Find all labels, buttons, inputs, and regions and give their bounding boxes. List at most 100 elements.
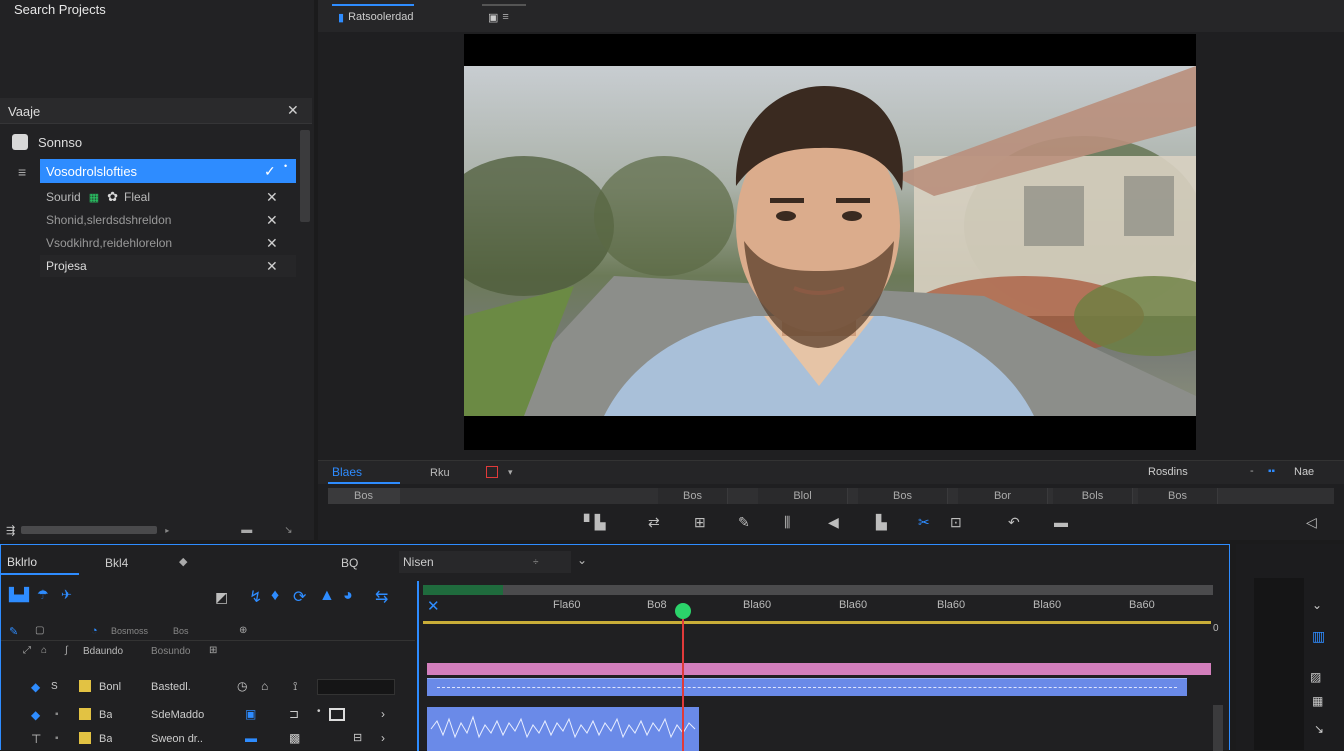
tool-icon[interactable]: ▲ [319, 587, 335, 605]
settings-icon[interactable]: ◁ [1306, 514, 1317, 531]
video-viewer[interactable] [464, 34, 1196, 450]
arrow-icon[interactable]: ▸ [165, 526, 169, 535]
audio-icon[interactable]: ▨ [1310, 670, 1321, 684]
chevron-right-icon[interactable]: › [381, 731, 385, 745]
zoom-tool-icon[interactable]: ✈ [61, 587, 72, 603]
close-icon[interactable]: ✕ [287, 102, 299, 119]
monitor-label[interactable]: Blaes [332, 465, 362, 479]
monitor-right-label-2[interactable]: Nae [1294, 466, 1314, 478]
lock-icon[interactable]: ⌂ [41, 645, 47, 656]
export-icon[interactable]: ▬ [1054, 514, 1068, 530]
timecode-segment[interactable]: Bos [328, 488, 400, 504]
link-icon[interactable]: ∫ [65, 645, 68, 656]
tool-icon[interactable]: ↯ [249, 587, 262, 607]
volume-field[interactable] [317, 679, 395, 695]
project-item[interactable]: Vsodkihrd,reidehlorelon ✕ [40, 232, 296, 254]
tool-icon[interactable]: ◕ [343, 587, 353, 605]
tab-monitor[interactable]: ▮ Ratsoolerdade [332, 4, 414, 28]
lock-icon[interactable]: ▢ [35, 625, 44, 636]
grid-icon[interactable]: ⊞ [209, 645, 217, 656]
sequence-dropdown[interactable]: Nisen ÷ [399, 551, 571, 573]
trash-icon[interactable]: ▬ [241, 524, 252, 536]
timecode-segment[interactable]: Bos [658, 488, 728, 504]
vertical-scrollbar[interactable] [300, 130, 310, 222]
track-row[interactable]: ⊤ ▪ Ba Sweon dr.. ▬ ▩ ⊟ › [1, 729, 415, 751]
tab-program[interactable]: ▣ ≡ [482, 4, 526, 28]
minus-icon[interactable]: - [1250, 465, 1254, 477]
track-row[interactable]: ◆ S Bonl Bastedl. ◷ ⌂ ⟟ [1, 677, 415, 699]
tools-icon[interactable]: ✂ [918, 514, 930, 531]
mark-in-icon[interactable]: ▘▙ [584, 514, 606, 531]
grid-icon[interactable]: ⊡ [950, 514, 962, 531]
tab-timeline-1[interactable]: Bklrlo [1, 551, 79, 575]
link-icon[interactable]: ◆ [179, 555, 187, 568]
timecode-bar[interactable]: Bos Bos Blol Bos Bor Bols Bos [328, 488, 1334, 504]
time-ruler[interactable]: ✕ Fla60 Bo8 Bla60 Bla60 Bla60 Bla60 Ba60 [423, 597, 1213, 619]
back-icon[interactable]: ↶ [1008, 514, 1020, 531]
playhead-line[interactable] [682, 605, 684, 751]
select-tool-icon[interactable]: ▙▟ [9, 587, 29, 603]
chevron-right-icon[interactable]: › [381, 707, 385, 721]
work-area-bar[interactable] [423, 585, 1213, 595]
razor-icon[interactable]: ✎ [738, 514, 750, 531]
project-item[interactable]: Sourid ▦ ✿ Fleal ✕ [40, 186, 296, 208]
settings-icon[interactable]: ⇶ [6, 524, 15, 537]
project-item[interactable]: Shonid,slerdsdshreldon ✕ [40, 209, 296, 231]
monitor-icon[interactable] [329, 708, 345, 721]
clock-icon[interactable]: ◔ [91, 625, 98, 637]
meter-icon[interactable]: ▥ [1312, 628, 1325, 645]
close-icon[interactable]: ✕ [266, 258, 278, 275]
timecode-segment[interactable]: Bos [858, 488, 948, 504]
timeline-scrollbar[interactable] [1213, 705, 1223, 751]
menu-icon[interactable]: ≡ [18, 164, 26, 180]
fx-icon[interactable]: ⟟ [293, 679, 297, 694]
work-area-start[interactable] [423, 585, 503, 595]
source-row[interactable]: Sonnso [0, 130, 296, 154]
tab-timeline-2[interactable]: Bkl4 [105, 551, 165, 575]
tool-icon[interactable]: ♦ [271, 587, 279, 605]
track-row[interactable]: ◆ ▪ Ba SdeMaddo ▣ ⊐ • › [1, 705, 415, 727]
chevron-down-icon[interactable]: ⌄ [1312, 598, 1322, 612]
tool-icon[interactable]: ⟳ [293, 587, 306, 607]
clock-icon[interactable]: ◷ [237, 679, 247, 693]
monitor-label-2[interactable]: Rku [430, 467, 450, 479]
close-icon[interactable]: ✕ [266, 235, 278, 252]
pen-icon[interactable]: ◆ [31, 680, 40, 694]
toggle-icon[interactable]: ▪▪ [1268, 466, 1275, 477]
tool-icon[interactable]: ⇆ [375, 587, 388, 607]
step-icon[interactable]: ⇄ [648, 514, 660, 531]
pen-icon[interactable]: ◆ [31, 708, 40, 722]
lock-icon[interactable]: ⌂ [261, 679, 268, 693]
timecode-segment[interactable]: Blol [758, 488, 848, 504]
timeline-area[interactable]: ✕ Fla60 Bo8 Bla60 Bla60 Bla60 Bla60 Ba60 [423, 585, 1223, 751]
pen-icon[interactable]: ⊤ [31, 732, 41, 746]
record-icon[interactable] [486, 466, 498, 478]
timecode-segment[interactable]: Bor [958, 488, 1048, 504]
extract-icon[interactable]: ⫼ [784, 514, 790, 531]
close-icon[interactable]: ✕ [427, 597, 440, 615]
track-divider[interactable] [417, 581, 419, 751]
project-item[interactable]: Projesa ✕ [40, 255, 296, 277]
marker-icon[interactable]: ▙ [876, 514, 887, 531]
tab-timeline-3[interactable]: BQ [341, 551, 381, 575]
grid-icon[interactable]: ▩ [289, 731, 300, 745]
sync-icon[interactable]: ▣ [245, 707, 256, 721]
crop-icon[interactable]: ◩ [215, 589, 228, 606]
playhead-handle[interactable] [675, 603, 691, 619]
audio-clip[interactable] [427, 707, 699, 751]
timecode-segment[interactable]: Bols [1053, 488, 1133, 504]
monitor-right-label[interactable]: Rosdins [1148, 466, 1188, 478]
horizontal-scrollbar[interactable] [21, 526, 158, 534]
arrow-icon[interactable]: ↘ [1314, 722, 1324, 736]
chevron-down-icon[interactable]: ⌄ [577, 553, 587, 567]
close-icon[interactable]: ✕ [266, 212, 278, 229]
check-icon[interactable]: ✓ [264, 163, 276, 180]
timecode-segment[interactable]: Bos [1138, 488, 1218, 504]
grid-icon[interactable]: ▦ [1312, 694, 1323, 708]
project-item-selected[interactable]: Vosodrolslofties ✓ • [40, 159, 296, 183]
ripple-tool-icon[interactable]: ☂ [37, 587, 49, 603]
chevron-down-icon[interactable]: ▾ [508, 467, 513, 478]
stepper-icon[interactable]: ⊟ [353, 731, 362, 744]
eye-icon[interactable]: ✎ [9, 625, 18, 638]
link-icon[interactable]: ⊐ [289, 707, 299, 721]
